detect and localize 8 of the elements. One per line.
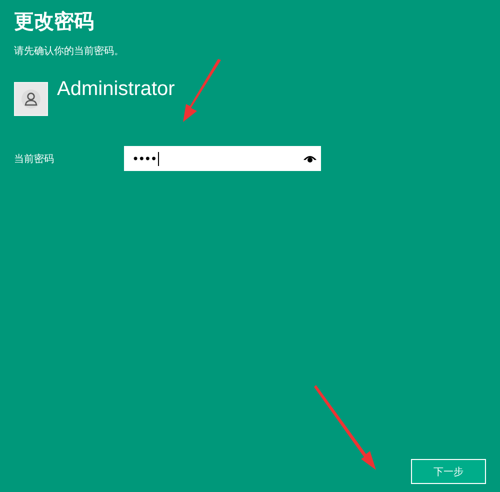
annotation-arrow	[183, 59, 221, 122]
password-field[interactable]: ••••	[124, 146, 321, 171]
eye-icon[interactable]	[303, 154, 317, 163]
field-label: 当前密码	[14, 152, 55, 166]
user-avatar-icon	[14, 82, 48, 116]
user-name: Administrator	[57, 78, 175, 101]
instruction-text: 请先确认你的当前密码。	[14, 44, 125, 58]
page-title: 更改密码	[14, 8, 95, 34]
